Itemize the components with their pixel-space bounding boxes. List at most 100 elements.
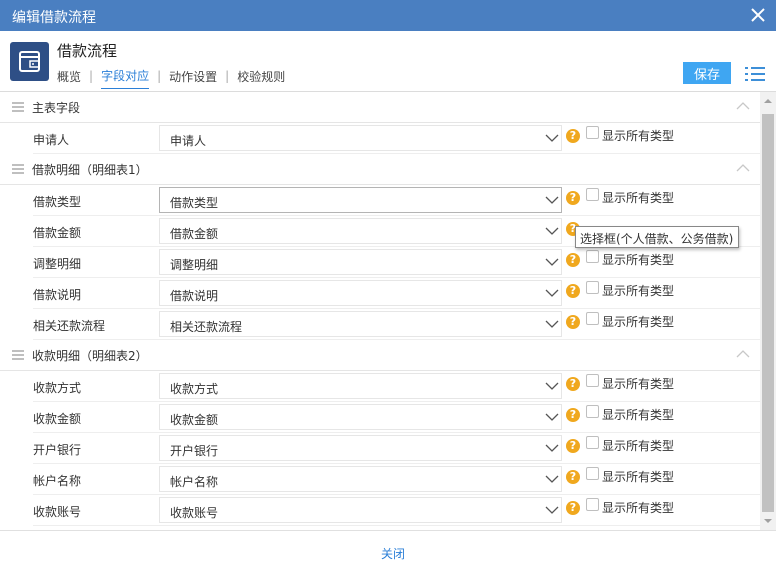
help-icon[interactable]: ? [566, 377, 580, 391]
show-all-types-label: 显示所有类型 [602, 408, 675, 422]
section-header[interactable]: 借款明细（明细表1） [0, 154, 760, 185]
chevron-down-icon [545, 225, 559, 237]
field-label: 借款说明 [33, 288, 82, 302]
field-select-value: 借款类型 [170, 196, 219, 210]
drag-handle-icon[interactable] [12, 102, 24, 112]
section-header[interactable]: 主表字段 [0, 92, 760, 123]
window-title: 编辑借款流程 [12, 10, 96, 26]
field-row: 开户银行 开户银行? 显示所有类型 [0, 433, 760, 464]
field-select[interactable]: 借款类型 [159, 187, 562, 213]
field-select[interactable]: 帐户名称 [159, 466, 562, 492]
section-title: 收款明细（明细表2） [32, 349, 148, 363]
show-all-types-label: 显示所有类型 [602, 377, 675, 391]
drag-handle-icon[interactable] [12, 350, 24, 360]
field-label: 借款类型 [33, 195, 82, 209]
show-all-types-checkbox[interactable] [586, 374, 599, 387]
scrollbar[interactable] [760, 92, 776, 530]
field-row: 收款方式 收款方式? 显示所有类型 [0, 371, 760, 402]
field-select-value: 借款金额 [170, 227, 219, 241]
show-all-types-checkbox[interactable] [586, 498, 599, 511]
show-all-types-checkbox[interactable] [586, 467, 599, 480]
chevron-down-icon [545, 194, 559, 206]
help-icon[interactable]: ? [566, 191, 580, 205]
save-button[interactable]: 保存 [683, 62, 731, 84]
field-label: 相关还款流程 [33, 319, 106, 333]
show-all-types-label: 显示所有类型 [602, 470, 675, 484]
chevron-up-icon[interactable] [736, 101, 750, 111]
field-row: 借款说明 借款说明? 显示所有类型 [0, 278, 760, 309]
field-label: 收款方式 [33, 381, 82, 395]
field-select[interactable]: 申请人 [159, 125, 562, 151]
show-all-types-label: 显示所有类型 [602, 253, 675, 267]
field-select-value: 收款方式 [170, 382, 219, 396]
chevron-down-icon [545, 473, 559, 485]
field-select-value: 收款账号 [170, 506, 219, 520]
title-bar: 编辑借款流程 [0, 0, 776, 31]
help-icon[interactable]: ? [566, 129, 580, 143]
field-select[interactable]: 借款金额 [159, 218, 562, 244]
field-label: 调整明细 [33, 257, 82, 271]
section-title: 借款明细（明细表1） [32, 163, 148, 177]
chevron-up-icon[interactable] [736, 163, 750, 173]
field-select-value: 借款说明 [170, 289, 219, 303]
field-row: 收款金额 收款金额? 显示所有类型 [0, 402, 760, 433]
field-row: 帐户名称 帐户名称? 显示所有类型 [0, 464, 760, 495]
field-row: 相关还款流程 相关还款流程? 显示所有类型 [0, 309, 760, 340]
drag-handle-icon[interactable] [12, 164, 24, 174]
field-label: 收款账号 [33, 505, 82, 519]
field-label: 借款金额 [33, 226, 82, 240]
chevron-up-icon[interactable] [736, 349, 750, 359]
help-icon[interactable]: ? [566, 439, 580, 453]
help-icon[interactable]: ? [566, 284, 580, 298]
row-divider [33, 525, 760, 526]
show-all-types-label: 显示所有类型 [602, 129, 675, 143]
tab-field-mapping[interactable]: 字段对应 [101, 67, 150, 89]
help-icon[interactable]: ? [566, 408, 580, 422]
show-all-types-label: 显示所有类型 [602, 439, 675, 453]
show-all-types-checkbox[interactable] [586, 188, 599, 201]
section-header[interactable]: 收款明细（明细表2） [0, 340, 760, 371]
show-all-types-checkbox[interactable] [586, 281, 599, 294]
help-icon[interactable]: ? [566, 253, 580, 267]
page-header: 借款流程 概览 | 字段对应 | 动作设置 | 校验规则 保存 [0, 31, 776, 92]
list-menu-icon[interactable] [744, 65, 766, 83]
field-label: 帐户名称 [33, 474, 82, 488]
field-select[interactable]: 开户银行 [159, 435, 562, 461]
show-all-types-checkbox[interactable] [586, 312, 599, 325]
chevron-down-icon [545, 380, 559, 392]
field-row: 收款账号 收款账号? 显示所有类型 [0, 495, 760, 526]
tooltip: 选择框(个人借款、公务借款) [575, 226, 739, 248]
help-icon[interactable]: ? [566, 470, 580, 484]
show-all-types-label: 显示所有类型 [602, 284, 675, 298]
show-all-types-checkbox[interactable] [586, 250, 599, 263]
help-icon[interactable]: ? [566, 315, 580, 329]
field-mapping-list: 主表字段 申请人 申请人? 显示所有类型 借款明细（明细表1） 借款类型 借款类型? 显示所有… [0, 92, 760, 530]
section-title: 主表字段 [32, 101, 81, 115]
show-all-types-checkbox[interactable] [586, 436, 599, 449]
field-select[interactable]: 借款说明 [159, 280, 562, 306]
show-all-types-checkbox[interactable] [586, 126, 599, 139]
tab-action-settings[interactable]: 动作设置 [169, 68, 217, 89]
field-select-value: 申请人 [170, 134, 207, 148]
help-icon[interactable]: ? [566, 501, 580, 515]
tab-overview[interactable]: 概览 [57, 68, 81, 89]
close-button[interactable]: 关闭 [381, 545, 405, 562]
field-row: 借款类型 借款类型? 显示所有类型 [0, 185, 760, 216]
tab-separator: | [157, 69, 162, 83]
tab-separator: | [225, 69, 230, 83]
field-select[interactable]: 收款金额 [159, 404, 562, 430]
field-label: 开户银行 [33, 443, 82, 457]
show-all-types-checkbox[interactable] [586, 405, 599, 418]
close-icon[interactable] [749, 6, 767, 24]
field-row: 申请人 申请人? 显示所有类型 [0, 123, 760, 154]
field-select[interactable]: 收款账号 [159, 497, 562, 523]
scrollbar-thumb[interactable] [762, 114, 774, 512]
scroll-up-icon[interactable] [763, 96, 773, 106]
field-select[interactable]: 收款方式 [159, 373, 562, 399]
wallet-icon [10, 42, 49, 81]
field-select[interactable]: 调整明细 [159, 249, 562, 275]
tab-validation-rules[interactable]: 校验规则 [237, 68, 285, 89]
field-select[interactable]: 相关还款流程 [159, 311, 562, 337]
scroll-down-icon[interactable] [763, 516, 773, 526]
field-label: 收款金额 [33, 412, 82, 426]
